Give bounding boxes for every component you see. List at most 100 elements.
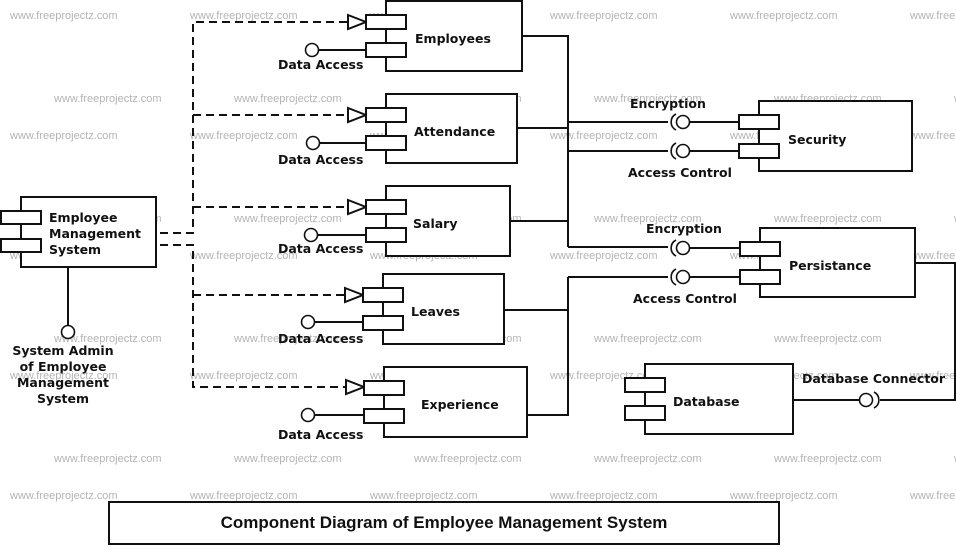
watermark-text: www.freeprojectz.com <box>233 213 342 225</box>
watermark-text: www.freeprojectz.com <box>549 250 658 262</box>
provided-interface-icon <box>675 114 691 130</box>
component-port-icon <box>624 377 666 393</box>
component-label-line: Management <box>49 226 141 241</box>
provided-interface-icon <box>303 227 319 243</box>
watermark-text: www.freeprojectz.com <box>909 10 956 22</box>
interface-label: Data Access <box>278 152 363 167</box>
watermark-text: www.freeprojectz.com <box>549 10 658 22</box>
component-port-icon <box>365 14 407 30</box>
admin-label-line: System <box>37 391 89 406</box>
interface-label: Data Access <box>278 241 363 256</box>
watermark-text: www.freeprojectz.com <box>9 490 118 502</box>
component-label-line: Employee <box>49 210 118 225</box>
component-port-icon <box>365 42 407 58</box>
component-persistance[interactable]: Persistance <box>739 227 916 298</box>
admin-label-line: of Employee <box>20 359 107 374</box>
arrowhead-experience <box>345 378 367 396</box>
required-interface-socket-icon <box>873 391 880 409</box>
component-port-icon <box>363 408 405 424</box>
component-port-icon <box>624 405 666 421</box>
required-interface-socket-icon <box>670 142 677 160</box>
component-diagram: www.freeprojectz.com www.freeprojectz.com… <box>0 0 956 549</box>
dependency-experience <box>160 244 346 388</box>
watermark-text: www.freeprojectz.com <box>593 333 702 345</box>
persistance-interfaces: Encryption Access Control <box>633 221 740 306</box>
component-label: Employees <box>415 31 491 46</box>
watermark-text: www.freeprojectz.com <box>233 453 342 465</box>
component-port-icon <box>739 269 781 285</box>
watermark-text: www.freeprojectz.com <box>9 10 118 22</box>
watermark-text: www.freeprojectz.com <box>233 93 342 105</box>
component-port-icon <box>0 210 42 225</box>
provided-interface-icon <box>858 392 874 408</box>
component-salary[interactable]: Salary <box>365 185 511 257</box>
watermark-text: www.freeprojectz.com <box>773 333 882 345</box>
watermark-text: www.freeprojectz.com <box>549 130 658 142</box>
component-attendance[interactable]: Attendance <box>365 93 518 164</box>
watermark-text: www.freeprojectz.com <box>729 10 838 22</box>
component-label: Attendance <box>414 124 495 139</box>
component-port-icon <box>739 241 781 257</box>
watermark-text: www.freeprojectz.com <box>53 453 162 465</box>
required-interface-socket-icon <box>670 268 677 286</box>
component-leaves[interactable]: Leaves <box>362 273 505 345</box>
watermark-text: www.freeprojectz.com <box>413 453 522 465</box>
watermark-text: www.freeprojectz.com <box>909 130 956 142</box>
component-port-icon <box>365 227 407 243</box>
interface-label: Access Control <box>628 165 732 180</box>
interface-label: Data Access <box>278 331 363 346</box>
arrowhead-attendance <box>347 106 369 124</box>
component-port-icon <box>363 380 405 396</box>
interface-label: Data Access <box>278 427 363 442</box>
provided-interface-icon <box>304 42 320 58</box>
component-label: Leaves <box>411 304 460 319</box>
component-port-icon <box>365 107 407 123</box>
admin-label-line: System Admin <box>12 343 113 358</box>
provided-interface-icon <box>675 240 691 256</box>
required-interface-socket-icon <box>670 239 677 257</box>
watermark-text: www.freeprojectz.com <box>909 490 956 502</box>
component-port-icon <box>365 135 407 151</box>
diagram-title-box: Component Diagram of Employee Management… <box>108 501 780 545</box>
watermark-text: www.freeprojectz.com <box>9 130 118 142</box>
watermark-text: www.freeprojectz.com <box>773 453 882 465</box>
component-experience[interactable]: Experience <box>363 366 528 438</box>
admin-interface-label: System Admin of Employee Management Syst… <box>12 343 113 406</box>
component-employees[interactable]: Employees <box>365 0 523 72</box>
required-interface-socket-icon <box>670 113 677 131</box>
component-port-icon <box>365 199 407 215</box>
component-port-icon <box>362 315 404 331</box>
diagram-title: Component Diagram of Employee Management… <box>220 513 668 532</box>
component-label: Database <box>673 394 740 409</box>
arrowhead-leaves <box>344 286 366 304</box>
watermark-text: www.freeprojectz.com <box>189 370 298 382</box>
interface-label: Database Connector <box>802 371 946 386</box>
interface-label: Data Access <box>278 57 363 72</box>
watermark-text: www.freeprojectz.com <box>189 130 298 142</box>
component-database[interactable]: Database <box>624 363 794 435</box>
component-label: Salary <box>413 216 457 231</box>
arrowhead-employees <box>347 13 369 31</box>
interface-label: Encryption <box>646 221 722 236</box>
component-security[interactable]: Security <box>738 100 913 172</box>
interface-label: Encryption <box>630 96 706 111</box>
dependency-employees <box>160 21 348 234</box>
admin-label-line: Management <box>17 375 109 390</box>
provided-interface-icon <box>305 135 321 151</box>
provided-interface-icon <box>675 143 691 159</box>
interface-label: Access Control <box>633 291 737 306</box>
provided-interface-icon <box>675 269 691 285</box>
component-label: Security <box>788 132 846 147</box>
component-port-icon <box>362 287 404 303</box>
component-employee-management-system[interactable]: Employee Management System <box>0 196 157 268</box>
watermark-text: www.freeprojectz.com <box>593 453 702 465</box>
watermark-text: www.freeprojectz.com <box>189 10 298 22</box>
provided-interface-icon <box>300 407 316 423</box>
provided-interface-icon <box>60 324 76 340</box>
component-label-line: System <box>49 242 101 257</box>
component-port-icon <box>0 238 42 253</box>
provided-interface-icon <box>300 314 316 330</box>
component-port-icon <box>738 114 780 130</box>
watermark-text: www.freeprojectz.com <box>53 93 162 105</box>
watermark-text: www.freeprojectz.com <box>773 213 882 225</box>
